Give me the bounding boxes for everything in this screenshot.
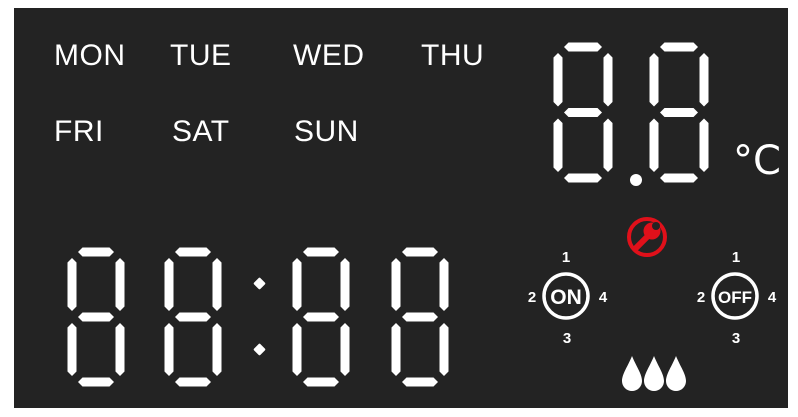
segment-c (212, 323, 222, 376)
segment-a (660, 42, 698, 52)
time-digit-1 (67, 247, 125, 387)
switch-off-pos-4: 4 (768, 289, 777, 306)
segment-c (699, 118, 709, 172)
segment-g (78, 312, 114, 322)
segment-b (115, 258, 125, 311)
segment-b (340, 258, 350, 311)
segment-b (603, 53, 613, 107)
switch-off-indicator: OFF 1 2 3 4 (697, 249, 777, 347)
segment-a (175, 247, 211, 257)
segment-d (660, 173, 698, 183)
temperature-decimal-point (630, 174, 642, 186)
switch-on-pos-4: 4 (599, 289, 608, 306)
segment-d (78, 377, 114, 387)
switch-on-label: ON (550, 286, 582, 309)
segment-d (564, 173, 602, 183)
segment-a (402, 247, 438, 257)
control-panel: MON TUE WED THU FRI SAT SUN °C ON 1 2 3 … (0, 0, 798, 417)
segment-g (402, 312, 438, 322)
segment-c (439, 323, 449, 376)
segment-g (564, 108, 602, 117)
water-drops-icon (622, 356, 686, 391)
time-digit-4 (391, 247, 449, 387)
segment-f (649, 53, 659, 107)
lcd-segments-layer: ON 1 2 3 4 OFF 1 2 3 4 (67, 42, 777, 391)
segment-e (164, 323, 174, 376)
time-colon (253, 277, 266, 356)
segment-b (212, 258, 222, 311)
segment-g (660, 108, 698, 117)
segment-f (164, 258, 174, 311)
segment-a (564, 42, 602, 52)
switch-off-label: OFF (718, 288, 752, 307)
segment-g (175, 312, 211, 322)
segment-c (603, 118, 613, 172)
segment-e (391, 323, 401, 376)
wrench-icon (627, 217, 667, 257)
segment-e (292, 323, 302, 376)
switch-on-pos-3: 3 (563, 330, 571, 347)
segment-a (303, 247, 339, 257)
segment-d (175, 377, 211, 387)
temperature-digit-1 (553, 42, 613, 183)
segment-b (439, 258, 449, 311)
segment-f (553, 53, 563, 107)
segment-d (402, 377, 438, 387)
segment-d (303, 377, 339, 387)
switch-on-pos-1: 1 (562, 249, 570, 266)
switch-on-pos-2: 2 (528, 289, 536, 306)
segment-f (67, 258, 77, 311)
segment-b (699, 53, 709, 107)
switch-off-pos-3: 3 (732, 330, 740, 347)
time-digit-3 (292, 247, 350, 387)
segment-e (649, 118, 659, 172)
segment-f (391, 258, 401, 311)
time-digit-2 (164, 247, 222, 387)
segment-c (340, 323, 350, 376)
switch-off-pos-2: 2 (697, 289, 705, 306)
switch-off-pos-1: 1 (732, 249, 740, 266)
segment-e (553, 118, 563, 172)
segment-f (292, 258, 302, 311)
switch-on-indicator: ON 1 2 3 4 (528, 249, 608, 347)
segment-e (67, 323, 77, 376)
segment-a (78, 247, 114, 257)
temperature-digit-2 (649, 42, 709, 183)
segment-g (303, 312, 339, 322)
segment-c (115, 323, 125, 376)
